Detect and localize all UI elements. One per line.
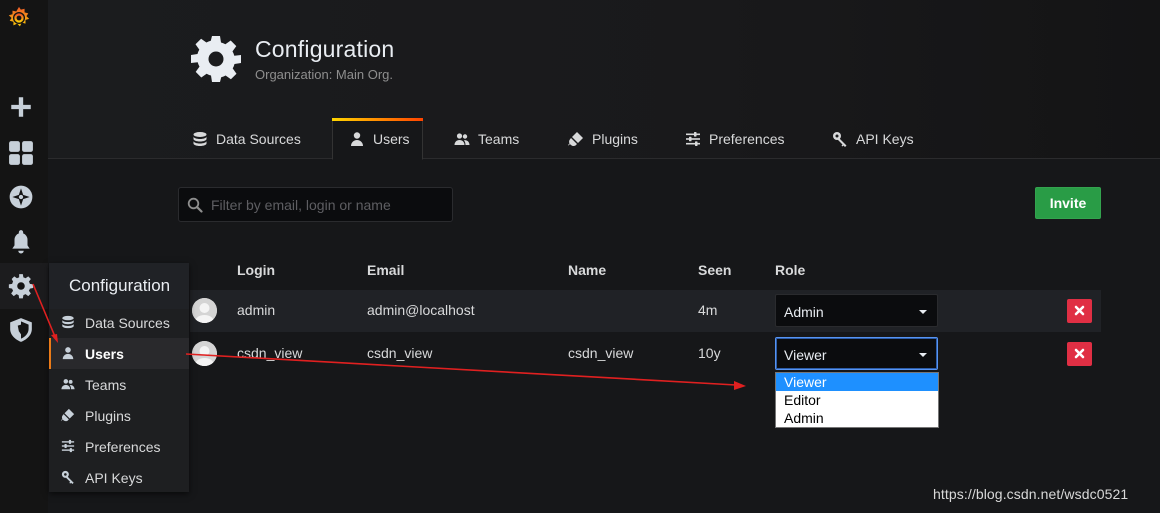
plus-icon[interactable] <box>8 94 32 118</box>
user-name: csdn_view <box>568 345 634 361</box>
database-icon <box>192 131 208 147</box>
flyout-item-preferences[interactable]: Preferences <box>49 431 189 462</box>
users-icon <box>454 131 470 147</box>
avatar <box>192 341 217 366</box>
sliders-icon <box>61 439 75 453</box>
column-header-name[interactable]: Name <box>568 262 606 278</box>
plug-icon <box>568 131 584 147</box>
caret-down-icon <box>919 310 927 314</box>
column-header-role[interactable]: Role <box>775 262 805 278</box>
gear-icon[interactable] <box>8 273 34 299</box>
role-option-editor[interactable]: Editor <box>776 391 938 409</box>
tab-label: Plugins <box>592 130 638 147</box>
grafana-logo-icon[interactable] <box>6 5 34 33</box>
user-icon <box>349 131 365 147</box>
tab-label: Preferences <box>709 130 785 147</box>
key-icon <box>832 131 848 147</box>
caret-down-icon <box>919 353 927 357</box>
tab-plugins[interactable]: Plugins <box>552 118 654 159</box>
flyout-item-plugins[interactable]: Plugins <box>49 400 189 431</box>
key-icon <box>61 470 75 484</box>
annotation-arrowhead <box>734 381 746 390</box>
tab-data-sources[interactable]: Data Sources <box>176 118 317 159</box>
explore-compass-icon[interactable] <box>8 184 33 209</box>
close-icon <box>1074 348 1085 359</box>
flyout-item-data-sources[interactable]: Data Sources <box>49 307 189 338</box>
bell-icon[interactable] <box>8 228 32 254</box>
role-option-admin[interactable]: Admin <box>776 409 938 427</box>
tab-label: Teams <box>478 130 520 147</box>
flyout-item-teams[interactable]: Teams <box>49 369 189 400</box>
avatar <box>192 298 217 323</box>
tab-users[interactable]: Users <box>332 118 423 160</box>
role-option-viewer[interactable]: Viewer <box>776 373 938 391</box>
flyout-item-label: Users <box>85 346 124 362</box>
database-icon <box>61 315 75 329</box>
flyout-item-label: API Keys <box>85 470 143 486</box>
tab-teams[interactable]: Teams <box>438 118 535 159</box>
role-select[interactable]: Viewer <box>775 337 938 370</box>
side-menu <box>0 0 48 513</box>
flyout-item-users[interactable]: Users <box>49 338 189 369</box>
column-header-login[interactable]: Login <box>237 262 275 278</box>
page-subtitle: Organization: Main Org. <box>255 67 394 82</box>
table-row: csdn_view csdn_view csdn_view 10y Viewer <box>190 333 1101 375</box>
table-row: admin admin@localhost 4m Admin <box>190 290 1101 332</box>
column-header-seen[interactable]: Seen <box>698 262 731 278</box>
plug-icon <box>61 408 75 422</box>
user-email: csdn_view <box>367 345 433 361</box>
dashboards-icon[interactable] <box>8 140 33 165</box>
tab-label: API Keys <box>856 130 914 147</box>
close-icon <box>1074 305 1085 316</box>
user-login: admin <box>237 302 276 318</box>
shield-icon[interactable] <box>8 317 32 342</box>
role-select-value: Viewer <box>784 347 827 363</box>
page-title: Configuration <box>255 36 395 62</box>
flyout-item-label: Preferences <box>85 439 161 455</box>
invite-button[interactable]: Invite <box>1035 187 1101 219</box>
user-login: csdn_view <box>237 345 303 361</box>
tab-api-keys[interactable]: API Keys <box>816 118 930 159</box>
search-input[interactable] <box>211 188 449 221</box>
role-select-value: Admin <box>784 304 824 320</box>
flyout-item-label: Teams <box>85 377 127 393</box>
role-options-list: Viewer Editor Admin <box>775 372 939 428</box>
flyout-title[interactable]: Configuration <box>49 263 189 309</box>
tab-preferences[interactable]: Preferences <box>669 118 800 159</box>
flyout-item-label: Plugins <box>85 408 131 424</box>
column-header-email[interactable]: Email <box>367 262 404 278</box>
flyout-item-label: Data Sources <box>85 315 170 331</box>
configuration-gear-icon <box>191 34 241 84</box>
role-select[interactable]: Admin <box>775 294 938 327</box>
tab-label: Data Sources <box>216 130 301 147</box>
watermark: https://blog.csdn.net/wsdc0521 <box>933 486 1129 502</box>
delete-user-button[interactable] <box>1067 299 1092 323</box>
user-email: admin@localhost <box>367 302 475 318</box>
search-icon <box>187 197 203 213</box>
sliders-icon <box>685 131 701 147</box>
user-seen: 4m <box>698 302 718 318</box>
user-seen: 10y <box>698 345 721 361</box>
users-icon <box>61 377 75 391</box>
flyout-item-api-keys[interactable]: API Keys <box>49 462 189 493</box>
tab-label: Users <box>373 130 410 147</box>
user-icon <box>61 346 75 360</box>
delete-user-button[interactable] <box>1067 342 1092 366</box>
search-box <box>178 187 453 222</box>
